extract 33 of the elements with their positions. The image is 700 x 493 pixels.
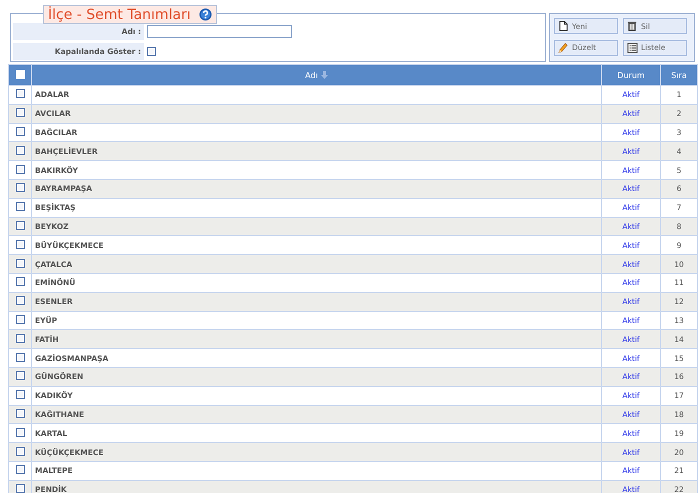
row-checkbox[interactable]	[16, 277, 24, 286]
row-checkbox[interactable]	[16, 484, 24, 493]
row-checkbox[interactable]	[16, 446, 24, 456]
pencil-icon	[558, 42, 569, 54]
row-checkbox[interactable]	[16, 314, 24, 324]
row-checkbox[interactable]	[16, 183, 24, 192]
row-checkbox[interactable]	[16, 240, 24, 249]
page-icon	[558, 20, 569, 32]
row-checkbox[interactable]	[16, 202, 24, 212]
list-icon	[627, 42, 638, 54]
row-checkbox[interactable]	[16, 371, 24, 380]
column-header[interactable]: Sıra	[671, 70, 687, 80]
row-checkbox[interactable]	[16, 352, 24, 362]
row-checkbox[interactable]	[16, 408, 24, 418]
row-checkbox[interactable]	[16, 390, 24, 400]
row-checkbox[interactable]	[16, 108, 24, 118]
help-icon[interactable]	[198, 8, 212, 21]
select-all-checkbox[interactable]	[16, 70, 24, 78]
row-checkbox[interactable]	[16, 164, 24, 174]
trash-can-icon	[627, 20, 638, 32]
row-checkbox[interactable]	[16, 428, 24, 437]
panel-title: İlçe - Semt Tanımları	[48, 6, 191, 22]
row-checkbox[interactable]	[16, 89, 24, 98]
row-checkbox[interactable]	[16, 220, 24, 230]
name-input-field[interactable]	[147, 25, 292, 38]
row-checkbox[interactable]	[16, 126, 24, 136]
checkbox[interactable]	[147, 47, 156, 56]
row-checkbox[interactable]	[16, 334, 24, 343]
row-checkbox[interactable]	[16, 146, 24, 155]
column-header[interactable]: Adı	[305, 70, 318, 80]
row-checkbox[interactable]	[16, 296, 24, 306]
row-checkbox[interactable]	[16, 465, 24, 474]
row-checkbox[interactable]	[16, 258, 24, 268]
